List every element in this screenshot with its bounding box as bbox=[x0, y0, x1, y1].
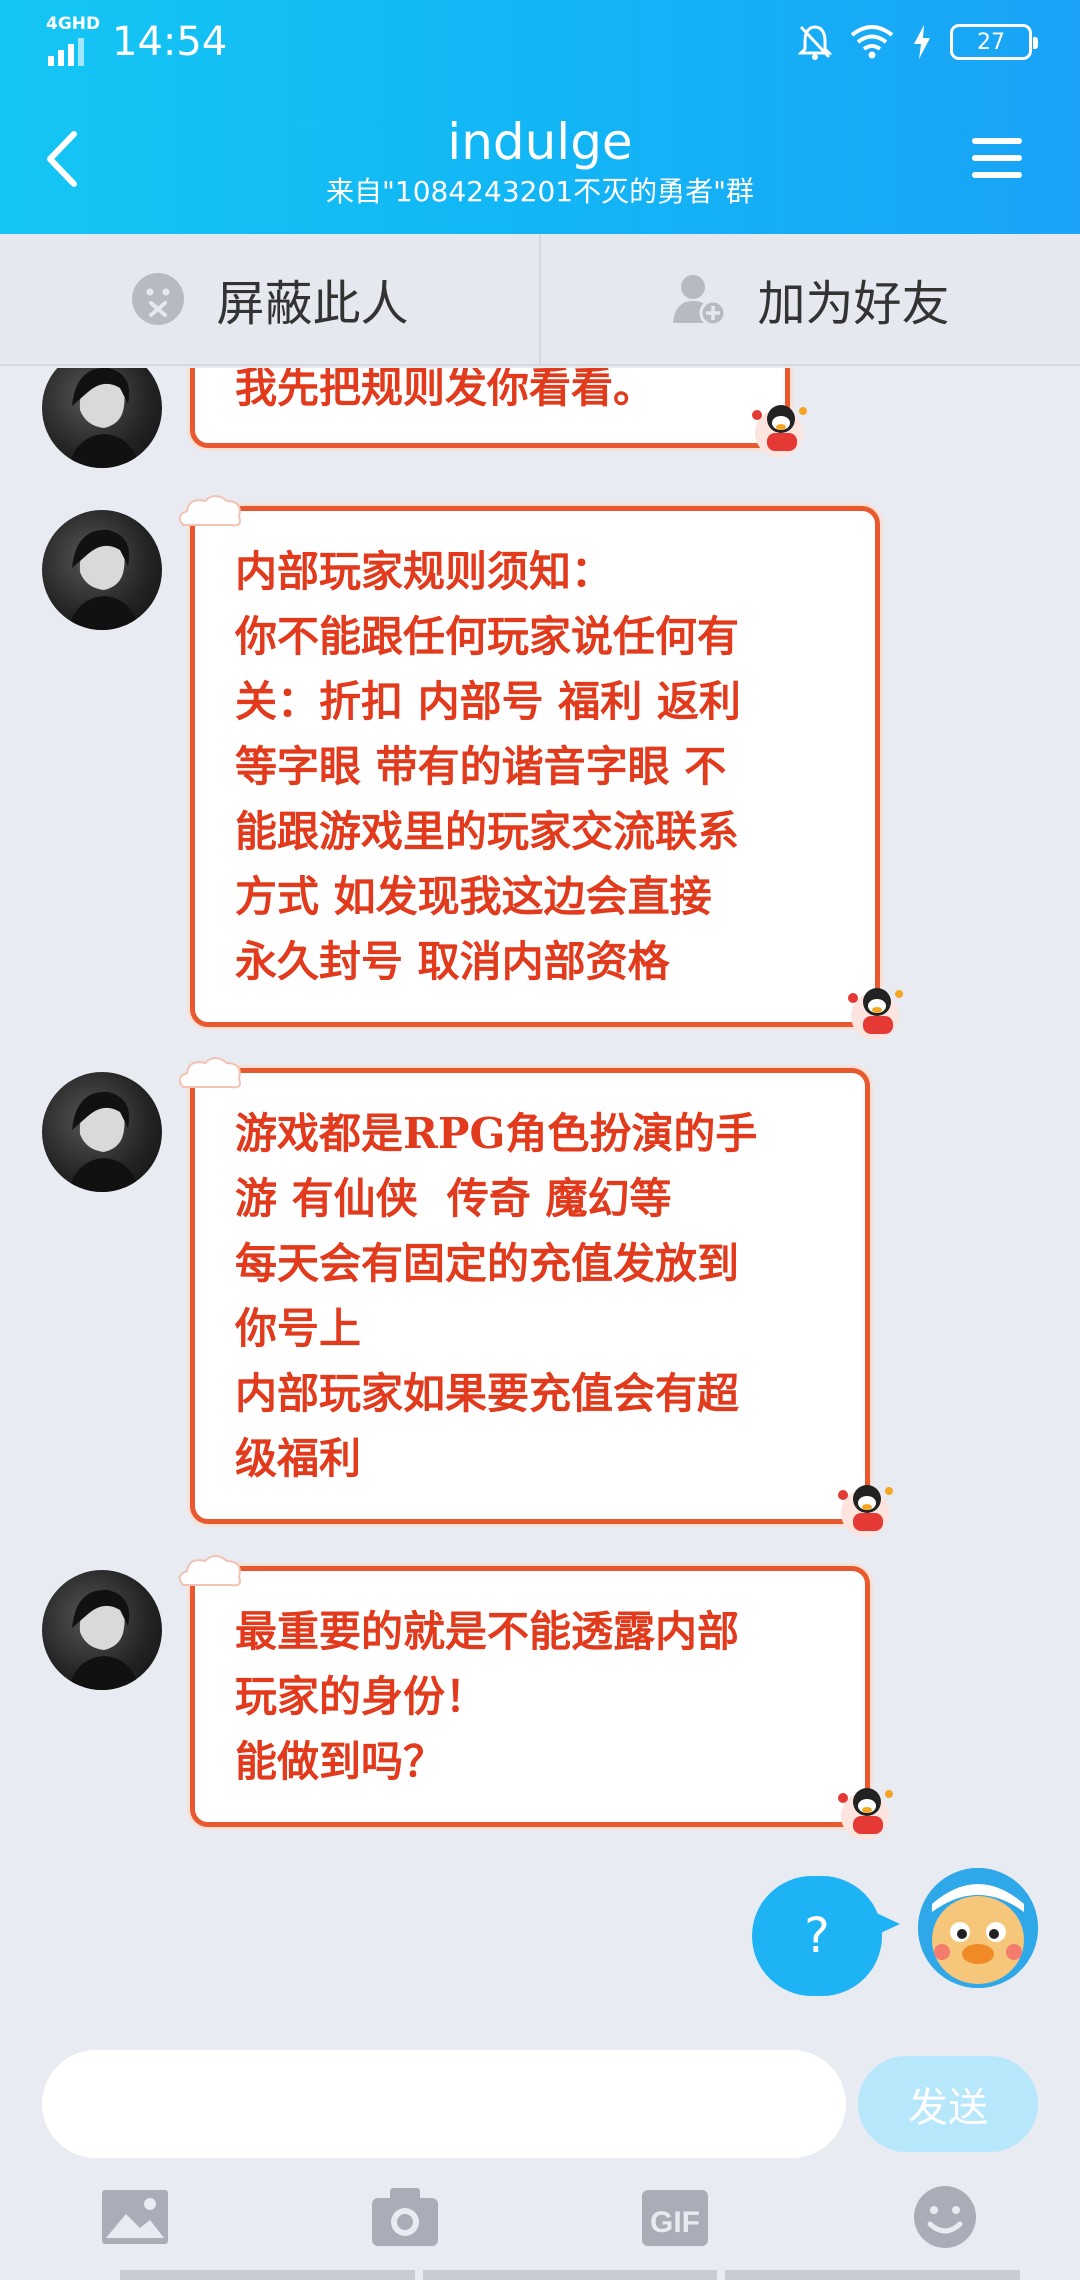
cloud-decoration-icon bbox=[178, 495, 241, 527]
penguin-sticker-icon bbox=[838, 1485, 893, 1537]
panel-tab[interactable] bbox=[422, 2270, 718, 2280]
block-icon bbox=[132, 273, 185, 325]
status-icons: 27 bbox=[798, 22, 1038, 62]
block-user-label: 屏蔽此人 bbox=[216, 276, 409, 332]
battery-level: 27 bbox=[977, 29, 1005, 55]
add-friend-icon bbox=[673, 275, 727, 327]
input-area: 发送 GIF bbox=[0, 2050, 1080, 2280]
my-avatar[interactable] bbox=[918, 1868, 1038, 1988]
message-bubble[interactable]: 游戏都是RPG角色扮演的手 游 有仙侠 传奇 魔幻等 每天会有固定的充值发放到 … bbox=[178, 1057, 893, 1537]
person-icon bbox=[68, 1091, 140, 1192]
penguin-sticker-icon bbox=[838, 1788, 893, 1840]
page-subtitle: 来自"1084243201不灭的勇者"群 bbox=[326, 175, 754, 208]
gif-label: GIF bbox=[650, 2206, 700, 2239]
action-bar: 屏蔽此人 加为好友 bbox=[0, 234, 1080, 366]
sender-avatar[interactable] bbox=[42, 1570, 162, 1690]
message-input[interactable] bbox=[42, 2050, 846, 2158]
sender-avatar[interactable] bbox=[42, 368, 162, 468]
cloud-decoration-icon bbox=[178, 1057, 241, 1089]
page-title: indulge bbox=[447, 113, 633, 171]
sender-avatar[interactable] bbox=[42, 510, 162, 630]
status-bar: 4GHD 14:54 27 bbox=[0, 0, 1080, 84]
cloud-decoration-icon bbox=[178, 1555, 241, 1587]
wifi-icon bbox=[850, 25, 894, 59]
sender-avatar[interactable] bbox=[42, 1072, 162, 1192]
add-friend-label: 加为好友 bbox=[757, 276, 950, 332]
message-text: 内部玩家规则须知： 你不能跟任何玩家说任何有 关：折扣 内部号 福利 返利 等字… bbox=[235, 547, 741, 986]
message-bubble[interactable]: 我先把规则发你看看。 bbox=[190, 368, 807, 457]
input-toolbar: GIF bbox=[0, 2184, 1080, 2264]
message-bubble[interactable]: 内部玩家规则须知： 你不能跟任何玩家说任何有 关：折扣 内部号 福利 返利 等字… bbox=[178, 495, 903, 1040]
add-friend-button[interactable]: 加为好友 bbox=[541, 234, 1080, 364]
mute-bell-icon bbox=[798, 25, 832, 60]
panel-tab[interactable] bbox=[120, 2270, 415, 2280]
menu-icon[interactable] bbox=[970, 134, 1024, 182]
person-icon bbox=[68, 529, 140, 630]
message-bubble[interactable]: 最重要的就是不能透露内部 玩家的身份！ 能做到吗？ bbox=[178, 1555, 893, 1840]
signal-icon bbox=[48, 38, 84, 66]
emoji-icon[interactable] bbox=[910, 2184, 980, 2250]
person-icon bbox=[68, 1589, 140, 1690]
message-text: 最重要的就是不能透露内部 玩家的身份！ 能做到吗？ bbox=[235, 1607, 740, 1786]
battery-indicator: 27 bbox=[950, 24, 1038, 60]
chat-messages[interactable]: 我先把规则发你看看。 内部玩家规则须知： 你不能跟任何玩家说任何有 关：折扣 内… bbox=[0, 368, 1080, 2058]
my-message-bubble[interactable]: ? bbox=[752, 1876, 900, 1996]
message-text: 我先把规则发你看看。 bbox=[235, 368, 656, 412]
send-button[interactable]: 发送 bbox=[858, 2056, 1038, 2152]
clock: 14:54 bbox=[112, 19, 228, 65]
camera-icon[interactable] bbox=[370, 2184, 440, 2250]
panel-tab-strip bbox=[120, 2270, 1021, 2280]
penguin-sticker-icon bbox=[848, 988, 903, 1040]
chat-header: 4GHD 14:54 27 indulge 来自"1084243201不灭的勇者… bbox=[0, 0, 1080, 234]
penguin-sticker-icon bbox=[752, 405, 807, 457]
my-message-text: ? bbox=[804, 1908, 830, 1964]
charging-icon bbox=[914, 25, 930, 59]
person-icon bbox=[68, 368, 140, 468]
gif-icon[interactable]: GIF bbox=[640, 2184, 710, 2250]
image-icon[interactable] bbox=[100, 2184, 170, 2250]
duck-avatar-icon bbox=[918, 1868, 1038, 1988]
message-text: 游戏都是RPG角色扮演的手 游 有仙侠 传奇 魔幻等 每天会有固定的充值发放到 … bbox=[235, 1109, 758, 1483]
panel-tab[interactable] bbox=[725, 2270, 1021, 2280]
block-user-button[interactable]: 屏蔽此人 bbox=[0, 234, 541, 364]
